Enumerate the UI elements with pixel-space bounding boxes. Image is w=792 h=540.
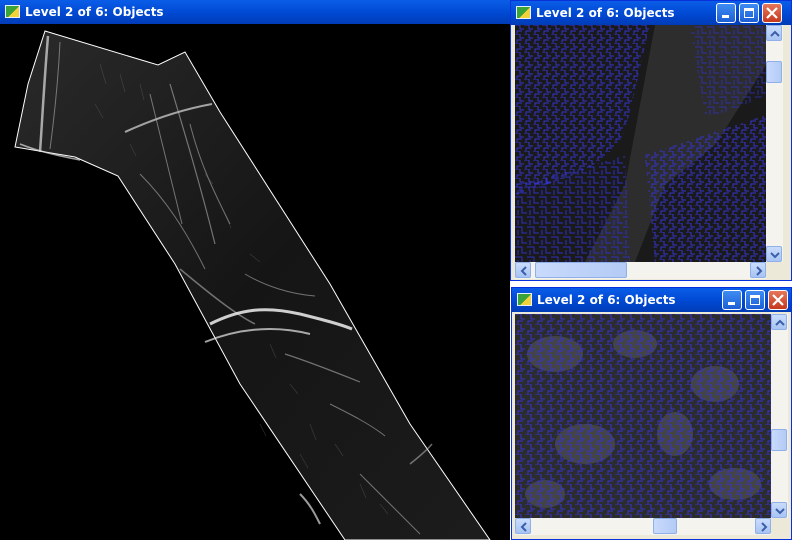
arrow-up-icon: [770, 30, 780, 37]
top-right-window-title: Level 2 of 6: Objects: [536, 6, 675, 20]
horizontal-scroll-thumb[interactable]: [535, 262, 627, 278]
main-window-title: Level 2 of 6: Objects: [25, 5, 164, 19]
main-window-title-bar[interactable]: Level 2 of 6: Objects: [0, 0, 510, 24]
top-right-image-canvas[interactable]: [515, 25, 766, 262]
bottom-right-horizontal-scrollbar[interactable]: [515, 518, 771, 535]
maximize-icon: [744, 8, 754, 18]
scroll-down-button[interactable]: [771, 502, 787, 518]
vertical-scroll-thumb[interactable]: [771, 429, 787, 451]
object-outline-overlay: [515, 25, 766, 262]
close-button[interactable]: [768, 290, 788, 310]
horizontal-scroll-thumb[interactable]: [653, 518, 677, 534]
close-icon: [766, 7, 778, 19]
minimize-button[interactable]: [716, 3, 736, 23]
top-right-image-window: Level 2 of 6: Objects: [510, 0, 792, 281]
minimize-icon: [728, 302, 735, 305]
app-image-icon: [516, 6, 531, 19]
top-right-window-title-bar[interactable]: Level 2 of 6: Objects: [511, 1, 791, 25]
vertical-scroll-thumb[interactable]: [766, 61, 782, 83]
image-strip-outline: [14, 30, 491, 540]
arrow-down-icon: [770, 252, 780, 259]
seafloor-image-strip: [14, 30, 491, 540]
main-image-window: Level 2 of 6: Objects: [0, 0, 510, 540]
bottom-right-image-canvas[interactable]: [515, 314, 771, 518]
maximize-button[interactable]: [739, 3, 759, 23]
bottom-right-window-title-bar[interactable]: Level 2 of 6: Objects: [512, 288, 791, 312]
bottom-right-image-window: Level 2 of 6: Objects: [511, 287, 792, 540]
app-image-icon: [517, 293, 532, 306]
scroll-left-button[interactable]: [515, 262, 531, 278]
arrow-left-icon: [520, 522, 527, 532]
bottom-right-vertical-scrollbar[interactable]: [771, 314, 788, 518]
resize-grip[interactable]: [771, 518, 788, 535]
maximize-button[interactable]: [745, 290, 765, 310]
top-right-vertical-scrollbar[interactable]: [766, 25, 783, 262]
resize-grip[interactable]: [766, 262, 783, 279]
bottom-right-window-title: Level 2 of 6: Objects: [537, 293, 676, 307]
top-right-horizontal-scrollbar[interactable]: [515, 262, 766, 279]
object-outline-overlay: [515, 314, 771, 518]
close-icon: [772, 294, 784, 306]
scroll-left-button[interactable]: [515, 518, 531, 534]
arrow-up-icon: [775, 319, 785, 326]
minimize-icon: [722, 15, 729, 18]
maximize-icon: [750, 295, 760, 305]
scroll-right-button[interactable]: [750, 262, 766, 278]
main-image-canvas[interactable]: [0, 24, 510, 540]
minimize-button[interactable]: [722, 290, 742, 310]
arrow-right-icon: [761, 522, 768, 532]
scroll-up-button[interactable]: [771, 314, 787, 330]
arrow-right-icon: [756, 266, 763, 276]
scroll-right-button[interactable]: [755, 518, 771, 534]
arrow-down-icon: [775, 508, 785, 515]
scroll-down-button[interactable]: [766, 246, 782, 262]
close-button[interactable]: [762, 3, 782, 23]
scroll-up-button[interactable]: [766, 25, 782, 41]
app-image-icon: [5, 5, 20, 18]
arrow-left-icon: [520, 266, 527, 276]
